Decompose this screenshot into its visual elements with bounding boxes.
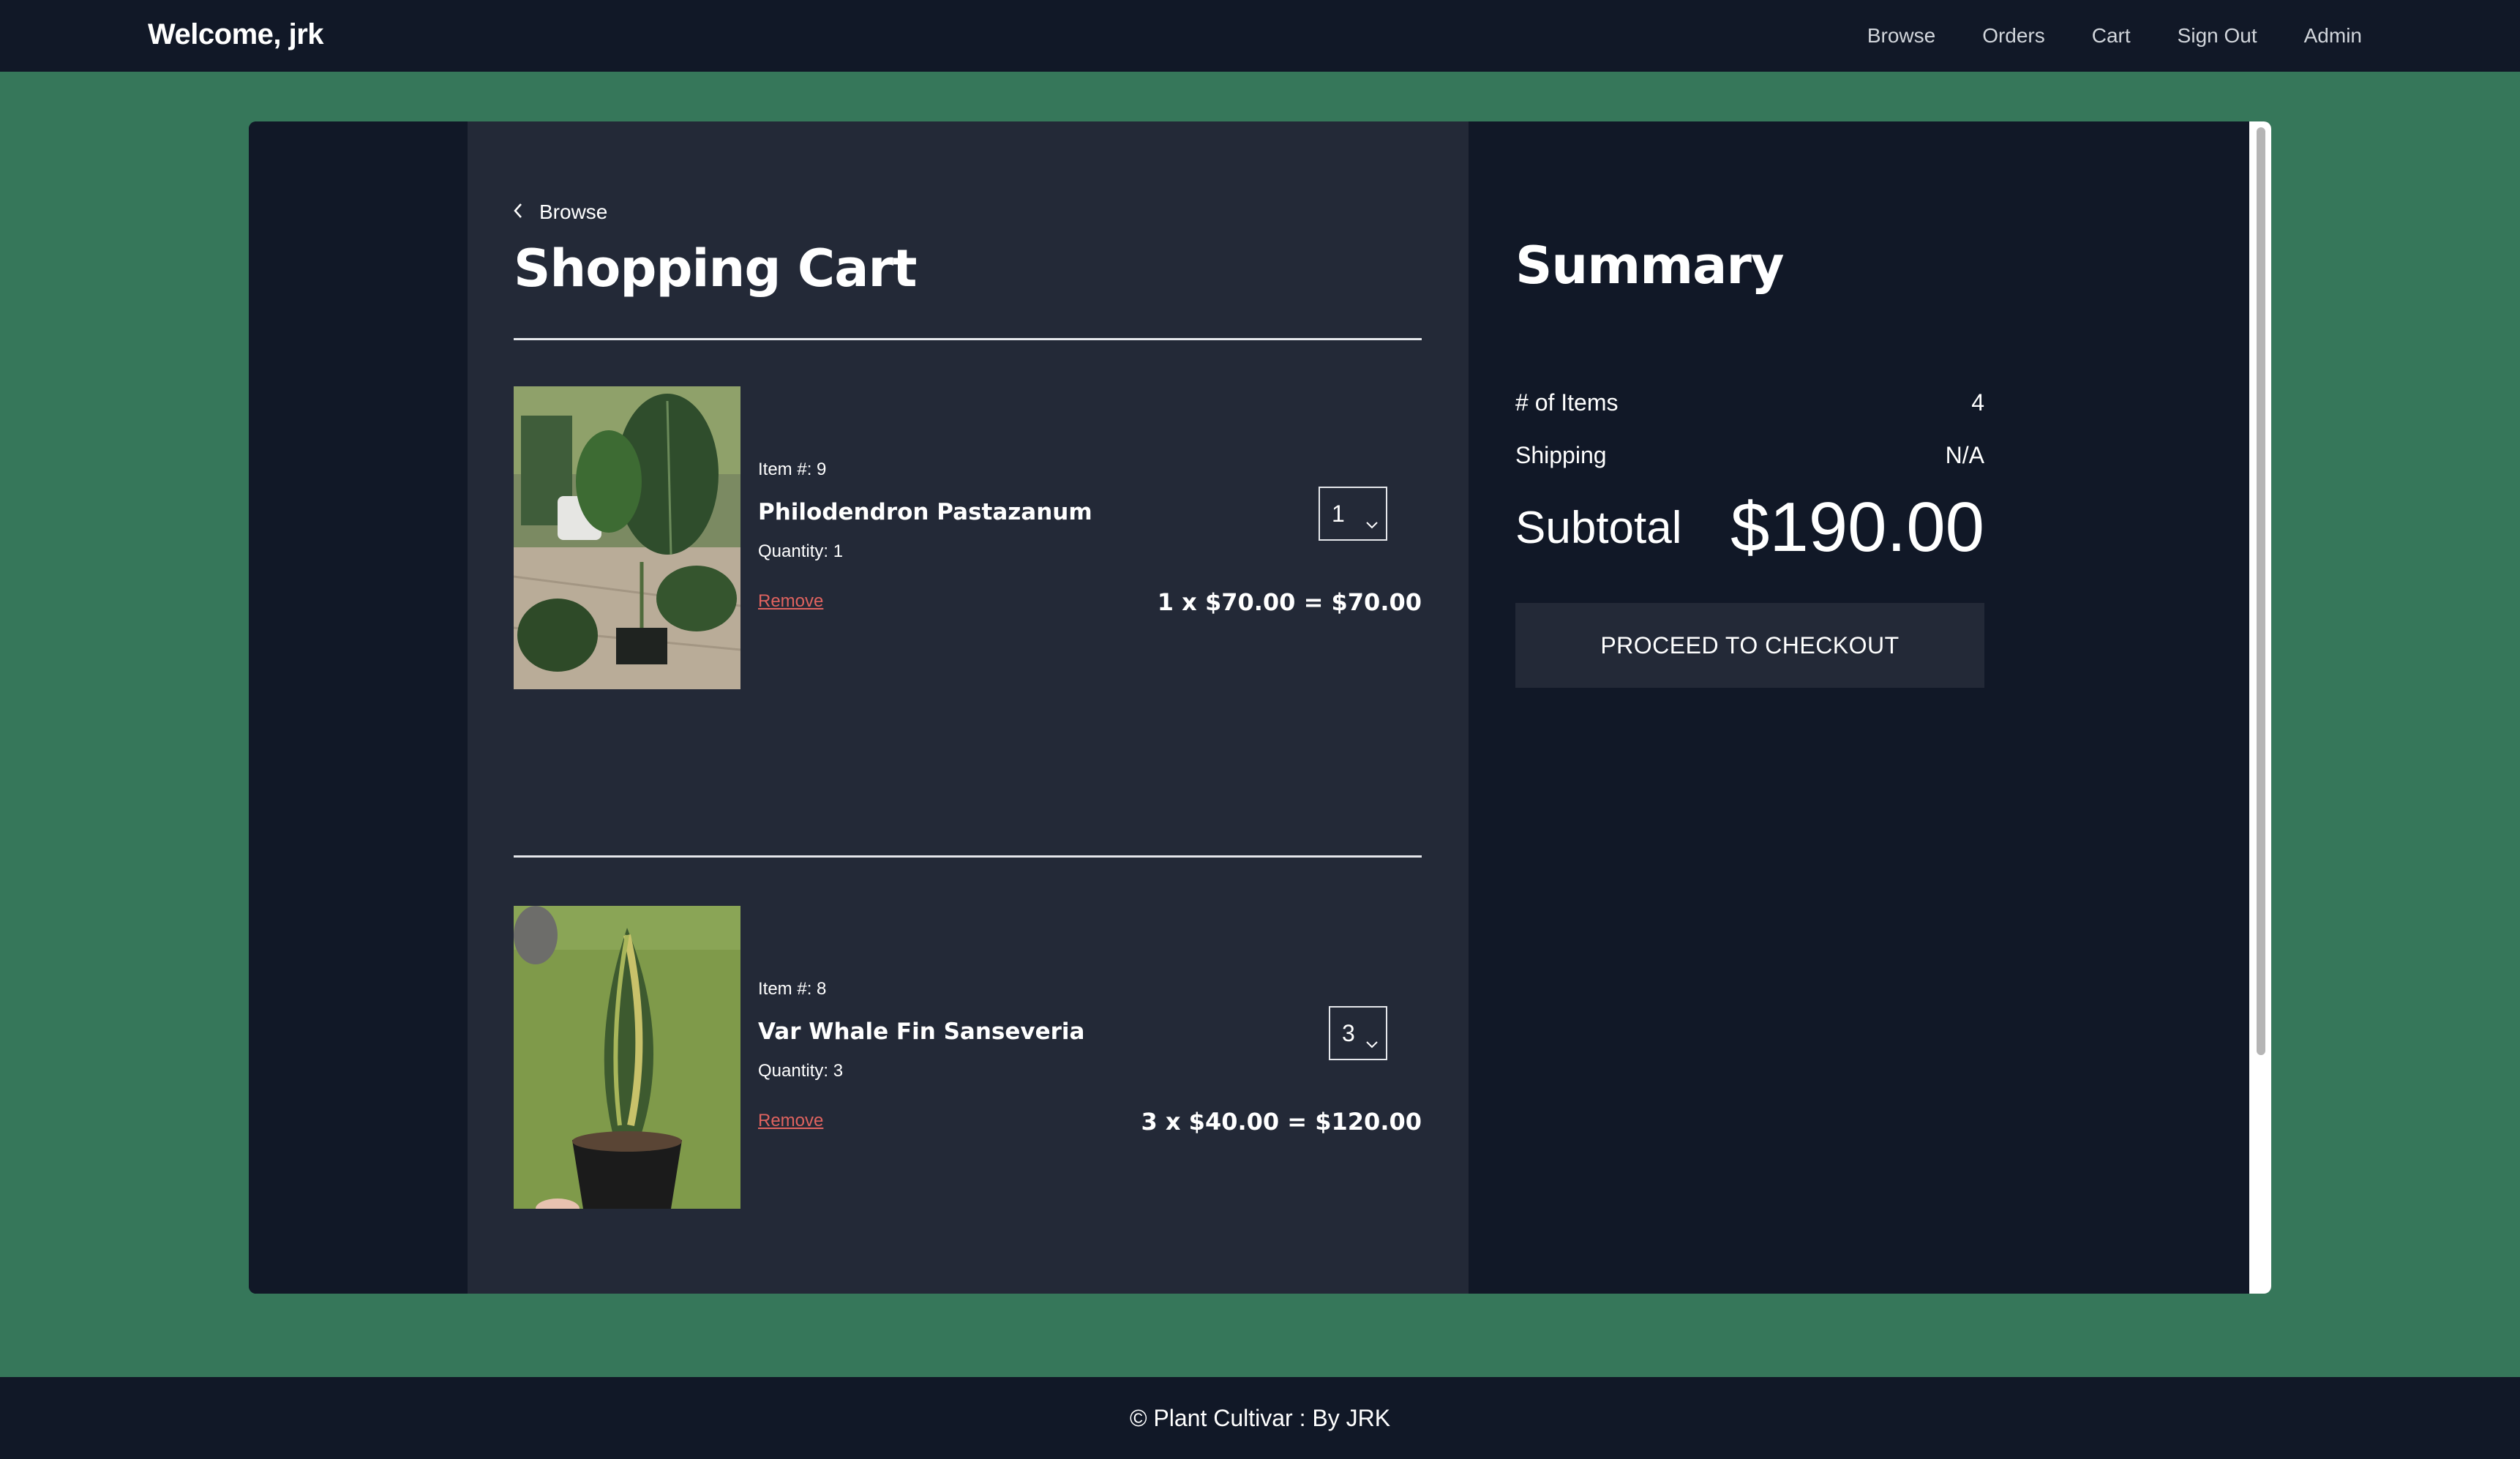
footer-text: © Plant Cultivar : By JRK xyxy=(1129,1404,1391,1431)
product-image-philodendron xyxy=(514,386,740,689)
remove-link[interactable]: Remove xyxy=(758,1111,823,1131)
chevron-down-icon xyxy=(1365,509,1379,529)
cart-item: Item #: 8 Var Whale Fin Sanseveria Quant… xyxy=(514,906,1422,1209)
line-total: 3 x $40.00 = $120.00 xyxy=(1141,1108,1422,1136)
top-navbar: Welcome, jrk Browse Orders Cart Sign Out… xyxy=(0,0,2520,72)
scrollbar[interactable] xyxy=(2249,121,2271,1294)
nav-link-admin[interactable]: Admin xyxy=(2304,24,2362,48)
item-quantity: Quantity: 3 xyxy=(758,1061,844,1081)
items-count-row: # of Items 4 xyxy=(1515,389,1984,416)
cart-item: Item #: 9 Philodendron Pastazanum Quanti… xyxy=(514,386,1422,689)
divider xyxy=(514,855,1422,858)
proceed-to-checkout-button[interactable]: PROCEED TO CHECKOUT xyxy=(1515,603,1984,688)
back-to-browse-link[interactable]: Browse xyxy=(513,200,607,224)
subtotal-value: $190.00 xyxy=(1730,488,1984,566)
nav-link-orders[interactable]: Orders xyxy=(1982,24,2045,48)
quantity-select-value: 1 xyxy=(1332,500,1345,527)
remove-link[interactable]: Remove xyxy=(758,591,823,612)
left-spacer xyxy=(249,121,468,1294)
quantity-select[interactable]: 1 xyxy=(1319,487,1387,541)
summary-title: Summary xyxy=(1515,236,1785,296)
items-count-label: # of Items xyxy=(1515,389,1619,416)
nav-link-sign-out[interactable]: Sign Out xyxy=(2178,24,2257,48)
footer: © Plant Cultivar : By JRK xyxy=(0,1377,2520,1459)
welcome-brand[interactable]: Welcome, jrk xyxy=(148,0,324,72)
subtotal-row: Subtotal $190.00 xyxy=(1515,487,1984,568)
item-name: Philodendron Pastazanum xyxy=(758,499,1092,525)
cart-panel: Browse Shopping Cart Item #: 9 Philodend… xyxy=(249,121,2271,1294)
back-link-label: Browse xyxy=(539,200,608,223)
nav-links: Browse Orders Cart Sign Out Admin xyxy=(1867,0,2362,72)
quantity-select[interactable]: 3 xyxy=(1329,1006,1387,1060)
divider xyxy=(514,338,1422,340)
line-total: 1 x $70.00 = $70.00 xyxy=(1157,588,1422,616)
subtotal-label: Subtotal xyxy=(1515,502,1682,553)
page-title: Shopping Cart xyxy=(514,239,917,299)
scrollbar-thumb[interactable] xyxy=(2257,127,2265,1055)
shipping-row: Shipping N/A xyxy=(1515,442,1984,469)
cart-section: Browse Shopping Cart Item #: 9 Philodend… xyxy=(468,121,1469,1294)
summary-section: Summary # of Items 4 Shipping N/A Subtot… xyxy=(1469,121,2249,1294)
chevron-left-icon xyxy=(513,200,523,224)
item-quantity: Quantity: 1 xyxy=(758,541,844,561)
item-number: Item #: 8 xyxy=(758,979,827,999)
quantity-select-value: 3 xyxy=(1342,1019,1355,1046)
shipping-value: N/A xyxy=(1945,442,1984,468)
chevron-down-icon xyxy=(1365,1028,1379,1049)
item-name: Var Whale Fin Sanseveria xyxy=(758,1019,1085,1045)
nav-link-cart[interactable]: Cart xyxy=(2092,24,2131,48)
nav-link-browse[interactable]: Browse xyxy=(1867,24,1935,48)
shipping-label: Shipping xyxy=(1515,442,1607,468)
product-image-sanseveria xyxy=(514,906,740,1209)
item-number: Item #: 9 xyxy=(758,460,827,479)
items-count-value: 4 xyxy=(1971,389,1984,416)
